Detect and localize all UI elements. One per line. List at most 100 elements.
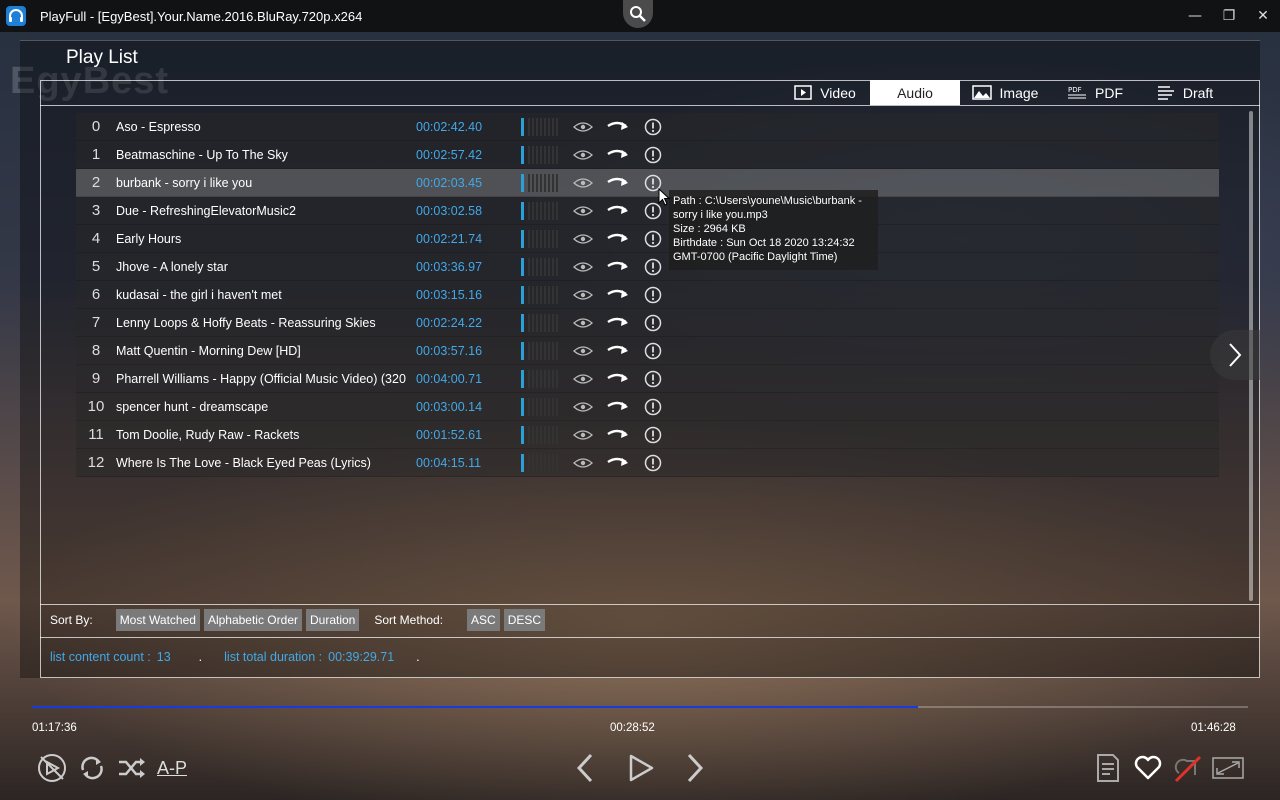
row-play-next-button[interactable] [600,225,635,253]
playlist-row[interactable]: 7 Lenny Loops & Hoffy Beats - Reassuring … [76,309,1219,337]
playlist-row[interactable]: 8 Matt Quentin - Morning Dew [HD] 00:03:57… [76,337,1219,365]
eye-icon [572,373,593,384]
next-button[interactable] [675,748,715,788]
row-info-button[interactable] [635,309,670,337]
row-view-button[interactable] [565,365,600,393]
redo-arrow-icon [606,429,628,438]
playlist-row[interactable]: 0 Aso - Espresso 00:02:42.40 [76,113,1219,141]
mute-button[interactable] [1168,748,1208,788]
close-button[interactable]: ✕ [1246,0,1280,32]
row-info-button[interactable] [635,449,670,477]
row-play-next-button[interactable] [600,337,635,365]
row-play-next-button[interactable] [600,393,635,421]
fullscreen-icon [1212,757,1244,779]
row-title: Due - RefreshingElevatorMusic2 [116,203,296,218]
play-button[interactable] [621,748,661,788]
favorite-button[interactable] [1128,748,1168,788]
row-view-button[interactable] [565,225,600,253]
row-info-button[interactable] [635,225,670,253]
row-view-button[interactable] [565,113,600,141]
playlist-row[interactable]: 4 Early Hours 00:02:21.74 [76,225,1219,253]
row-view-button[interactable] [565,169,600,197]
playlist-row[interactable]: 1 Beatmaschine - Up To The Sky 00:02:57.42 [76,141,1219,169]
row-play-next-button[interactable] [600,365,635,393]
center-controls [565,748,715,788]
sort-alphabetic-button[interactable]: Alphabetic Order [203,609,302,631]
seek-bar[interactable] [32,706,1248,708]
row-view-button[interactable] [565,253,600,281]
sort-asc-button[interactable]: ASC [467,609,500,631]
row-info-button[interactable] [635,253,670,281]
count-label: list content count : [50,650,151,664]
info-icon [644,258,661,275]
row-play-next-button[interactable] [600,169,635,197]
eye-icon [572,233,593,244]
playlist-row[interactable]: 10 spencer hunt - dreamscape 00:03:00.14 [76,393,1219,421]
eye-icon [572,401,593,412]
row-title: Aso - Espresso [116,119,201,134]
playlist-row[interactable]: 2 burbank - sorry i like you 00:02:03.45 [76,169,1219,197]
row-view-button[interactable] [565,449,600,477]
row-info-button[interactable] [635,113,670,141]
notes-button[interactable] [1088,748,1128,788]
media-type-tabs: Video Audio Image PDF PDF Draft [780,80,1230,105]
row-info-button[interactable] [635,365,670,393]
tab-pdf[interactable]: PDF PDF [1050,80,1140,105]
row-play-next-button[interactable] [600,253,635,281]
shuffle-button[interactable] [112,748,152,788]
sort-desc-button[interactable]: DESC [503,609,546,631]
maximize-button[interactable]: ❐ [1212,0,1246,32]
eye-icon [572,149,593,160]
row-play-next-button[interactable] [600,421,635,449]
row-view-button[interactable] [565,281,600,309]
tab-audio-label: Audio [897,84,933,101]
row-play-next-button[interactable] [600,309,635,337]
minimize-button[interactable]: — [1178,0,1212,32]
row-view-button[interactable] [565,141,600,169]
row-play-next-button[interactable] [600,197,635,225]
tab-video[interactable]: Video [780,80,870,105]
playlist-row[interactable]: 5 Jhove - A lonely star 00:03:36.97 [76,253,1219,281]
tab-image[interactable]: Image [960,80,1050,105]
sort-most-watched-button[interactable]: Most Watched [115,609,200,631]
auto-play-off-button[interactable] [32,748,72,788]
next-panel-button[interactable] [1210,330,1260,380]
info-icon [644,370,661,387]
playlist-row[interactable]: 9 Pharrell Williams - Happy (Official Mus… [76,365,1219,393]
row-info-button[interactable] [635,281,670,309]
row-play-next-button[interactable] [600,141,635,169]
tab-pdf-label: PDF [1095,84,1123,101]
row-view-button[interactable] [565,393,600,421]
tab-audio[interactable]: Audio [870,80,960,105]
row-info-button[interactable] [635,421,670,449]
repeat-button[interactable] [72,748,112,788]
tab-draft[interactable]: Draft [1140,80,1230,105]
row-index: 2 [91,174,101,191]
playlist-row[interactable]: 3 Due - RefreshingElevatorMusic2 00:03:02.… [76,197,1219,225]
previous-button[interactable] [565,748,605,788]
ap-button[interactable]: A-P [152,748,192,788]
row-play-next-button[interactable] [600,449,635,477]
row-view-button[interactable] [565,197,600,225]
window-title: PlayFull - [EgyBest].Your.Name.2016.BluR… [40,8,363,24]
row-info-button[interactable] [635,141,670,169]
row-info-button[interactable] [635,393,670,421]
eye-icon [572,289,593,300]
row-play-next-button[interactable] [600,281,635,309]
volume-muted-icon [1174,755,1202,783]
playlist-row[interactable]: 6 kudasai - the girl i haven't met 00:03:1… [76,281,1219,309]
row-play-next-button[interactable] [600,113,635,141]
row-view-button[interactable] [565,337,600,365]
headphones-app-icon [4,4,28,28]
file-info-tooltip: Path : C:\Users\youne\Music\burbank - so… [669,190,878,270]
row-progress-bar [521,397,565,417]
sort-duration-button[interactable]: Duration [305,609,360,631]
row-info-button[interactable] [635,337,670,365]
playlist-row[interactable]: 11 Tom Doolie, Rudy Raw - Rackets 00:01:52… [76,421,1219,449]
row-view-button[interactable] [565,309,600,337]
playlist-row[interactable]: 12 Where Is The Love - Black Eyed Peas (L… [76,449,1219,477]
row-view-button[interactable] [565,421,600,449]
fullscreen-button[interactable] [1208,748,1248,788]
stats-separator: . [198,650,203,664]
redo-arrow-icon [606,373,628,382]
